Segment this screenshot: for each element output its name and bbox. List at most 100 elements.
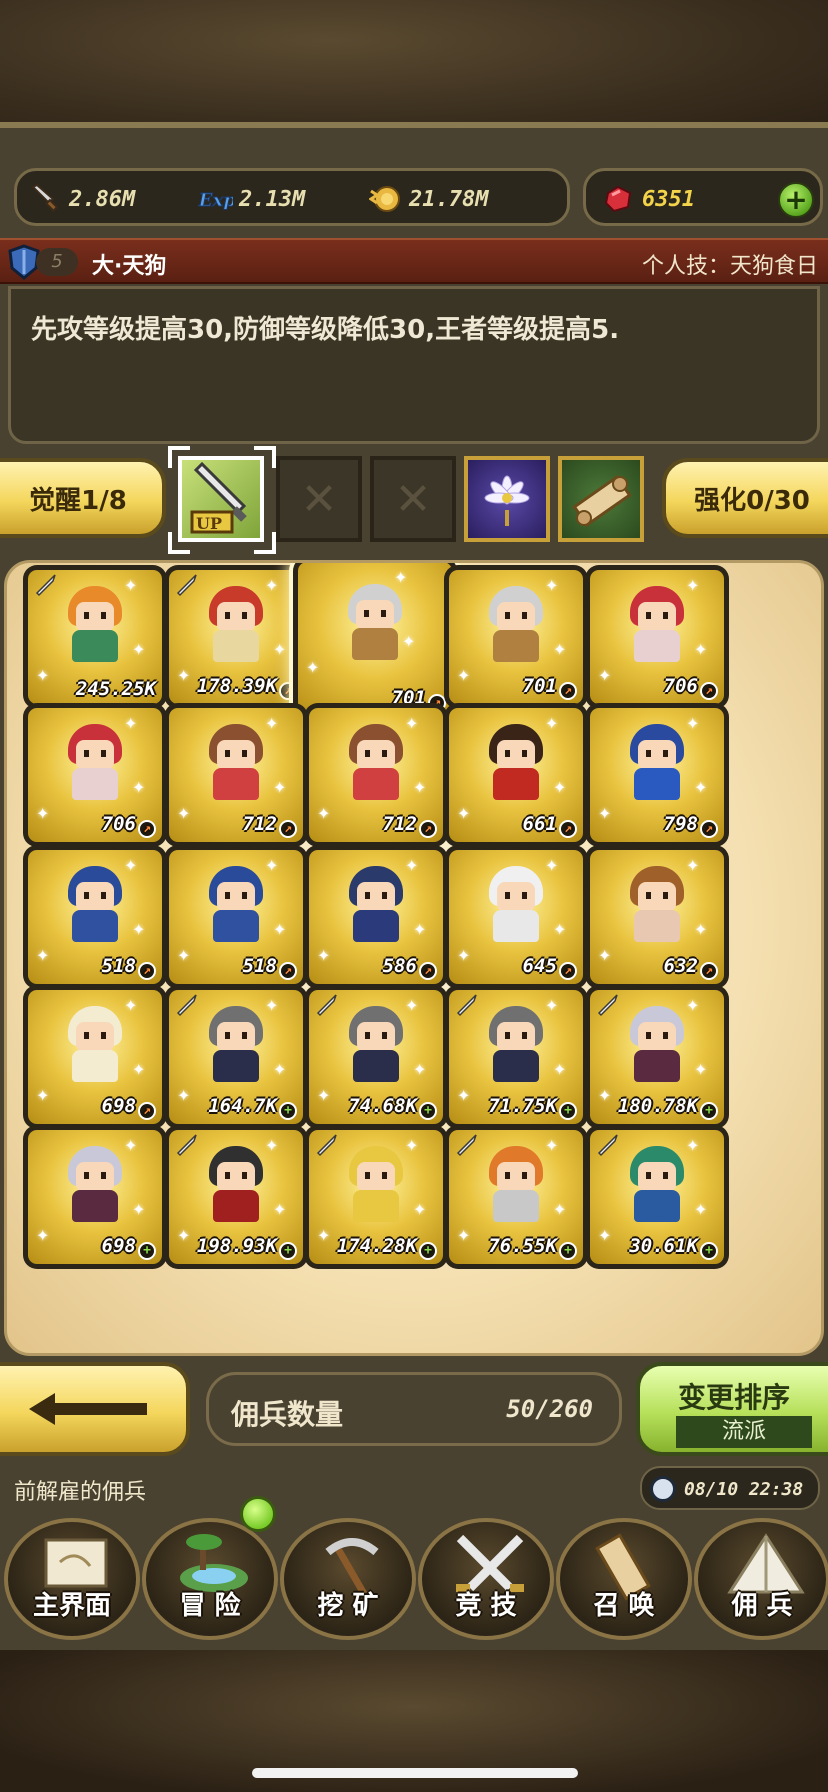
- mercenary-card[interactable]: ✦ ✦ ✦ 74.68K +: [304, 985, 448, 1129]
- portrait-eye: [382, 892, 387, 899]
- awaken-button[interactable]: 觉醒1/8: [0, 458, 166, 538]
- nav-mine[interactable]: 挖 矿: [280, 1518, 416, 1640]
- mercenary-power-value: 706: [663, 675, 698, 697]
- home-indicator[interactable]: [252, 1768, 578, 1778]
- empty-slot[interactable]: ✕: [370, 456, 456, 542]
- mercenary-card[interactable]: ✦ ✦ ✦ 645 ↗: [444, 845, 588, 989]
- portrait-face: [217, 602, 255, 632]
- mercenary-portrait: [624, 724, 690, 800]
- add-gems-button[interactable]: +: [778, 182, 814, 218]
- mercenary-card[interactable]: ✦ ✦ ✦ 712 ↗: [304, 703, 448, 847]
- enhance-button[interactable]: 强化0/30: [662, 458, 828, 538]
- portrait-eye: [505, 892, 510, 899]
- selection-bracket: [254, 446, 276, 468]
- sparkle-icon: ✦: [124, 576, 138, 595]
- mercenary-portrait: [343, 1006, 409, 1082]
- mercenary-card[interactable]: ✦ ✦ ✦ 798 ↗: [585, 703, 729, 847]
- mercenary-card[interactable]: ✦ ✦ ✦ 198.93K +: [164, 1125, 308, 1269]
- mercenary-card[interactable]: ✦ ✦ ✦ 180.78K +: [585, 985, 729, 1129]
- sparkle-icon: ✦: [132, 1200, 146, 1219]
- mercenary-card[interactable]: ✦ ✦ ✦ 518 ↗: [164, 845, 308, 989]
- sparkle-icon: ✦: [694, 640, 708, 659]
- nav-mercenary[interactable]: 佣 兵: [694, 1518, 828, 1640]
- portrait-body: [72, 910, 118, 942]
- mercenary-card[interactable]: ✦ ✦ ✦ 71.75K +: [444, 985, 588, 1129]
- nav-home[interactable]: 主界面: [4, 1518, 140, 1640]
- portrait-eye: [646, 892, 651, 899]
- portrait-eye: [663, 612, 668, 619]
- card-face: ✦ ✦ ✦ 71.75K +: [449, 990, 583, 1124]
- ruby-gem-icon: [600, 181, 636, 217]
- mercenary-card[interactable]: ✦ ✦ ✦ 712 ↗: [164, 703, 308, 847]
- nav-arena[interactable]: 竞 技: [418, 1518, 554, 1640]
- mercenary-card[interactable]: ✦✦✦701↗: [293, 563, 457, 721]
- nav-adventure[interactable]: 冒 险: [142, 1518, 278, 1640]
- mercenary-card[interactable]: ✦ ✦ ✦ 164.7K +: [164, 985, 308, 1129]
- exp-value: 2.13M: [239, 186, 306, 212]
- portrait-face: [497, 882, 535, 912]
- portrait-body: [213, 1190, 259, 1222]
- sword-icon: [27, 181, 63, 217]
- plus-mark-icon: +: [700, 1102, 718, 1120]
- card-face: ✦ ✦ ✦ 661 ↗: [449, 708, 583, 842]
- mercenary-card[interactable]: ✦ ✦ ✦ 245.25K: [23, 565, 167, 709]
- mercenary-portrait: [343, 1146, 409, 1222]
- mercenary-portrait: [203, 724, 269, 800]
- lotus-slot[interactable]: [464, 456, 550, 542]
- nav-home-label: 主界面: [32, 1591, 111, 1621]
- mercenary-card[interactable]: ✦ ✦ ✦ 30.61K +: [585, 1125, 729, 1269]
- mercenary-card[interactable]: ✦✦✦701↗: [444, 565, 588, 709]
- mercenary-power: 76.55K +: [449, 1235, 577, 1260]
- mercenary-power-value: 518: [242, 955, 277, 977]
- portrait-eye: [225, 1032, 230, 1039]
- portrait-face: [497, 602, 535, 632]
- sparkle-icon: ✦: [273, 1060, 287, 1079]
- mercenary-power-value: 198.93K: [196, 1235, 277, 1257]
- change-sort-button[interactable]: 变更排序 流派: [636, 1362, 828, 1456]
- mercenary-power-value: 164.7K: [208, 1095, 277, 1117]
- mercenary-card[interactable]: ✦ ✦ ✦ 178.39K ↗: [164, 565, 308, 709]
- portrait-face: [356, 600, 394, 630]
- mercenary-card[interactable]: ✦ ✦ ✦ 632 ↗: [585, 845, 729, 989]
- mercenary-card[interactable]: ✦ ✦ ✦ 661 ↗: [444, 703, 588, 847]
- mercenary-portrait: [62, 1006, 128, 1082]
- mercenary-card[interactable]: ✦ ✦ ✦ 698 ↗: [23, 985, 167, 1129]
- empty-slot[interactable]: ✕: [276, 456, 362, 542]
- sparkle-icon: ✦: [545, 856, 559, 875]
- sparkle-icon: ✦: [413, 778, 427, 797]
- sparkle-icon: ✦: [273, 778, 287, 797]
- mercenary-card[interactable]: ✦ ✦ ✦ 706 ↗: [23, 703, 167, 847]
- gold-coin-icon: [367, 181, 403, 217]
- portrait-body: [213, 1050, 259, 1082]
- mercenary-card[interactable]: ✦ ✦ ✦ 518 ↗: [23, 845, 167, 989]
- sparkle-icon: ✦: [686, 856, 700, 875]
- exp-icon: Exp: [197, 181, 233, 217]
- card-face: ✦ ✦ ✦ 706 ↗: [28, 708, 162, 842]
- portrait-eye: [365, 1032, 370, 1039]
- mercenary-card[interactable]: ✦ ✦ ✦ 698 +: [23, 1125, 167, 1269]
- portrait-face: [497, 1022, 535, 1052]
- nav-summon[interactable]: 召 唤: [556, 1518, 692, 1640]
- gem-bar: 6351 +: [583, 168, 823, 226]
- back-button[interactable]: [0, 1362, 190, 1456]
- mercenary-portrait: [62, 1146, 128, 1222]
- mercenary-power-value: 245.25K: [75, 678, 156, 700]
- portrait-face: [76, 602, 114, 632]
- mercenary-power: 74.68K +: [309, 1095, 437, 1120]
- clock-icon: [650, 1476, 676, 1502]
- scroll-slot[interactable]: [558, 456, 644, 542]
- portrait-eye: [663, 1172, 668, 1179]
- mercenary-card[interactable]: ✦ ✦ ✦ 706 ↗: [585, 565, 729, 709]
- portrait-body: [213, 768, 259, 800]
- mercenary-card[interactable]: ✦ ✦ ✦ 76.55K +: [444, 1125, 588, 1269]
- sword-up-slot[interactable]: UP: [178, 456, 264, 542]
- portrait-eye: [505, 750, 510, 757]
- svg-text:Exp: Exp: [198, 190, 233, 211]
- card-face: ✦ ✦ ✦ 198.93K +: [169, 1130, 303, 1264]
- plus-mark-icon: +: [559, 1242, 577, 1260]
- mercenary-card[interactable]: ✦ ✦ ✦ 174.28K +: [304, 1125, 448, 1269]
- mercenary-card[interactable]: ✦ ✦ ✦ 586 ↗: [304, 845, 448, 989]
- sparkle-icon: ✦: [273, 640, 287, 659]
- portrait-face: [76, 1022, 114, 1052]
- mercenary-power: 706 ↗: [28, 813, 156, 838]
